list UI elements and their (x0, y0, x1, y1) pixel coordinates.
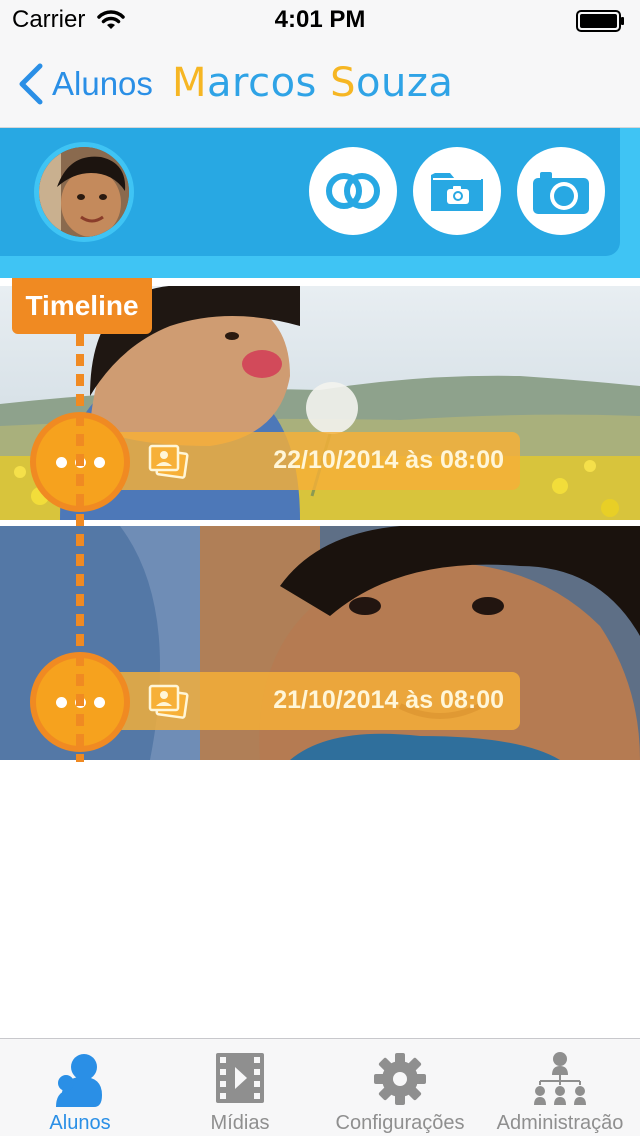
more-dot (55, 696, 67, 708)
status-bar: Carrier 4:01 PM (0, 0, 640, 40)
avatar[interactable] (34, 142, 134, 242)
profile-header-panel (0, 128, 620, 256)
tab-label: Administração (496, 1112, 624, 1134)
title-last-name: ouza (356, 60, 454, 106)
folder-camera-button[interactable] (413, 147, 501, 235)
timeline-entry[interactable]: 21/10/2014 às 08:00 (0, 526, 640, 760)
chevron-left-icon (19, 63, 43, 105)
org-chart-icon (534, 1052, 586, 1105)
title-first-name: arcos (207, 60, 331, 106)
back-button[interactable]: Alunos (14, 62, 153, 106)
more-dot (93, 696, 105, 708)
back-label: Alunos (52, 65, 153, 102)
rings-icon (326, 173, 380, 209)
timeline-connector (76, 334, 84, 762)
students-icon (56, 1054, 102, 1107)
avatar-photo (39, 147, 129, 237)
more-dot (55, 456, 67, 468)
camera-icon (533, 172, 589, 214)
tab-bar: Alunos Mídias Configurações Administraçã… (0, 1038, 640, 1136)
title-initial-first: M (172, 60, 208, 106)
tab-administracao[interactable]: Administração (480, 1039, 640, 1136)
gallery-icon (148, 444, 189, 479)
gallery-icon (148, 684, 189, 719)
timeline: 22/10/2014 às 08:00 21/10/2014 às 08:00 … (0, 278, 640, 768)
tab-label: Mídias (210, 1112, 270, 1134)
rings-button[interactable] (309, 147, 397, 235)
profile-header (0, 128, 640, 278)
gear-icon (374, 1053, 426, 1105)
film-icon (216, 1053, 264, 1103)
camera-button[interactable] (517, 147, 605, 235)
entry-date: 21/10/2014 às 08:00 (273, 686, 504, 714)
navigation-bar: Alunos Marcos Souza (0, 40, 640, 128)
entry-info-bar[interactable]: 22/10/2014 às 08:00 (100, 432, 520, 490)
tab-configuracoes[interactable]: Configurações (320, 1039, 480, 1136)
entry-date: 22/10/2014 às 08:00 (273, 446, 504, 474)
clock: 4:01 PM (274, 6, 366, 33)
battery-icon (576, 10, 624, 32)
timeline-tag: Timeline (12, 278, 152, 334)
tab-label: Configurações (335, 1112, 465, 1134)
tab-label: Alunos (49, 1112, 111, 1134)
page-title: Marcos Souza (172, 60, 453, 106)
tab-alunos[interactable]: Alunos (0, 1039, 160, 1136)
folder-camera-icon (431, 173, 483, 211)
title-initial-last: S (330, 60, 357, 106)
entry-info-bar[interactable]: 21/10/2014 às 08:00 (100, 672, 520, 730)
tab-midias[interactable]: Mídias (160, 1039, 320, 1136)
more-dot (93, 456, 105, 468)
